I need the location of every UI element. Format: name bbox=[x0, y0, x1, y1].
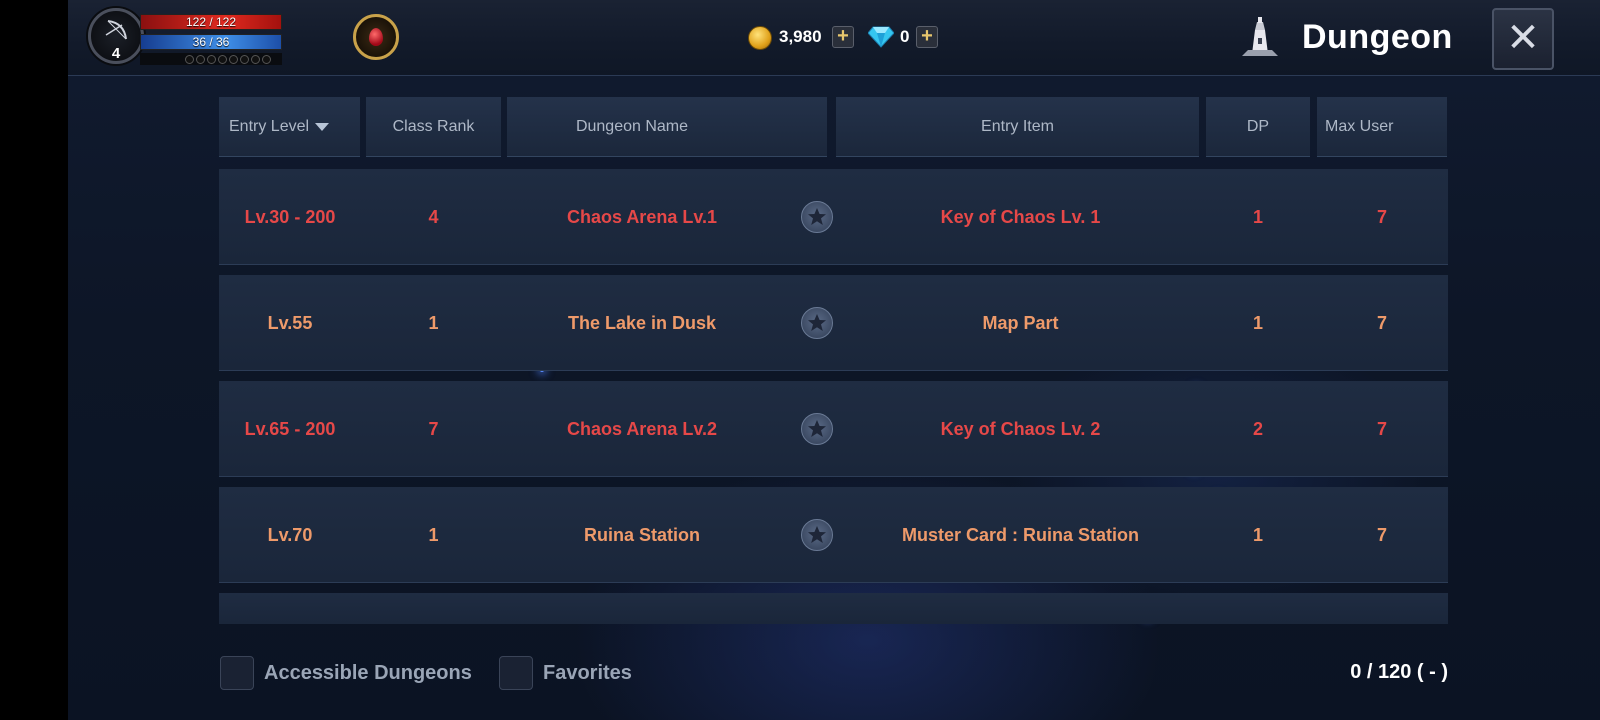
accessible-dungeons-checkbox[interactable] bbox=[220, 656, 254, 690]
close-icon: ✕ bbox=[1506, 16, 1540, 60]
player-level: 4 bbox=[111, 45, 121, 62]
add-gold-button[interactable]: + bbox=[832, 26, 854, 48]
class-rank-cell: 4 bbox=[428, 207, 439, 227]
dungeon-count: 0 / 120 ( - ) bbox=[1350, 661, 1448, 683]
max-user-cell: 7 bbox=[1376, 419, 1387, 439]
entry-level-cell: Lv.30 - 200 bbox=[244, 207, 336, 227]
favorites-checkbox[interactable] bbox=[499, 656, 533, 690]
dungeon-name-cell: Chaos Arena Lv.1 bbox=[566, 207, 718, 227]
entry-item-cell: Key of Chaos Lv. 1 bbox=[940, 207, 1101, 227]
charge-dot bbox=[240, 55, 249, 64]
hp-bar: 122 / 122 bbox=[140, 14, 282, 30]
sort-descending-icon bbox=[315, 122, 330, 131]
charge-dot bbox=[185, 55, 194, 64]
column-header-dungeon-name[interactable]: Dungeon Name bbox=[507, 97, 827, 157]
player-avatar[interactable]: 4 bbox=[88, 8, 144, 64]
favorite-star-button[interactable] bbox=[801, 201, 833, 233]
favorite-star-button[interactable] bbox=[801, 307, 833, 339]
dungeon-row[interactable]: Lv.55 1 The Lake in Dusk Map Part 1 7 bbox=[219, 275, 1448, 371]
skill-charge-dots bbox=[185, 55, 271, 64]
entry-level-cell: Lv.70 bbox=[267, 525, 313, 545]
star-icon bbox=[808, 420, 826, 437]
column-header-entry-item[interactable]: Entry Item bbox=[836, 97, 1199, 157]
close-button[interactable]: ✕ bbox=[1492, 8, 1554, 70]
max-user-cell: 7 bbox=[1376, 525, 1387, 545]
class-rank-cell: 7 bbox=[428, 419, 439, 439]
dungeon-row[interactable]: Lv.65 - 200 7 Chaos Arena Lv.2 Key of Ch… bbox=[219, 381, 1448, 477]
column-label: Entry Level bbox=[229, 118, 310, 135]
entry-level-cell: Lv.65 - 200 bbox=[244, 419, 336, 439]
charge-dot bbox=[229, 55, 238, 64]
gold-coin-icon bbox=[748, 26, 772, 50]
entry-item-cell: Map Part bbox=[982, 313, 1059, 333]
dungeon-row[interactable]: Lv.30 - 200 4 Chaos Arena Lv.1 Key of Ch… bbox=[219, 169, 1448, 265]
gem-amount: 0 bbox=[900, 27, 910, 46]
favorites-label[interactable]: Favorites bbox=[543, 662, 632, 685]
dungeon-name-cell: Chaos Arena Lv.2 bbox=[566, 419, 718, 439]
gold-amount: 3,980 bbox=[779, 27, 822, 46]
column-header-class-rank[interactable]: Class Rank bbox=[366, 97, 501, 157]
star-icon bbox=[808, 208, 826, 225]
dungeon-name-cell: Ruina Station bbox=[584, 525, 700, 545]
column-header-entry-level[interactable]: Entry Level bbox=[219, 97, 360, 157]
entry-item-cell: Muster Card : Ruina Station bbox=[901, 525, 1139, 545]
guild-emblem-icon[interactable] bbox=[353, 14, 399, 60]
dungeon-name-cell: The Lake in Dusk bbox=[567, 313, 717, 333]
mp-bar: 36 / 36 bbox=[140, 34, 282, 50]
bow-class-icon bbox=[105, 20, 127, 40]
charge-dot bbox=[218, 55, 227, 64]
dungeon-row-partial[interactable] bbox=[219, 593, 1448, 624]
max-user-cell: 7 bbox=[1376, 207, 1387, 227]
dungeon-screen: 4 122 / 122 36 / 36 3,980 + 0 + Dungeon … bbox=[68, 0, 1600, 720]
max-user-cell: 7 bbox=[1376, 313, 1387, 333]
diamond-icon bbox=[868, 26, 894, 48]
charge-dot bbox=[196, 55, 205, 64]
accessible-dungeons-label[interactable]: Accessible Dungeons bbox=[264, 662, 472, 685]
dungeon-row[interactable]: Lv.70 1 Ruina Station Muster Card : Ruin… bbox=[219, 487, 1448, 583]
favorite-star-button[interactable] bbox=[801, 413, 833, 445]
star-icon bbox=[808, 526, 826, 543]
dp-cell: 1 bbox=[1252, 207, 1263, 227]
charge-dot bbox=[251, 55, 260, 64]
entry-item-cell: Key of Chaos Lv. 2 bbox=[940, 419, 1101, 439]
add-gems-button[interactable]: + bbox=[916, 26, 938, 48]
page-title: Dungeon bbox=[1302, 18, 1453, 56]
charge-dot bbox=[207, 55, 216, 64]
entry-level-cell: Lv.55 bbox=[267, 313, 313, 333]
class-rank-cell: 1 bbox=[428, 313, 439, 333]
column-header-max-user[interactable]: Max User bbox=[1317, 97, 1447, 157]
dp-cell: 1 bbox=[1252, 313, 1263, 333]
class-rank-cell: 1 bbox=[428, 525, 439, 545]
column-header-dp[interactable]: DP bbox=[1206, 97, 1310, 157]
top-hud: 4 122 / 122 36 / 36 3,980 + 0 + Dungeon … bbox=[68, 0, 1600, 76]
dungeon-tower-icon bbox=[1242, 17, 1278, 56]
favorite-star-button[interactable] bbox=[801, 519, 833, 551]
charge-dot bbox=[262, 55, 271, 64]
dp-cell: 2 bbox=[1252, 419, 1263, 439]
star-icon bbox=[808, 314, 826, 331]
dp-cell: 1 bbox=[1252, 525, 1263, 545]
